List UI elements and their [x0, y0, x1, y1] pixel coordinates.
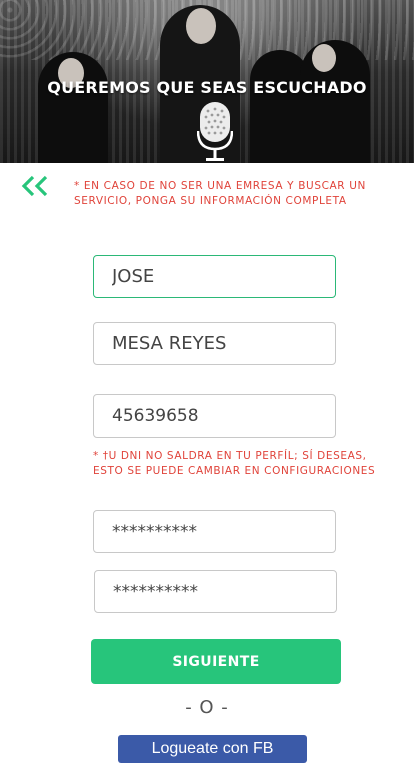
- company-notice: * EN CASO DE NO SER UNA EMRESA Y BUSCAR …: [74, 180, 366, 207]
- microphone-icon: [197, 102, 233, 161]
- dni-input[interactable]: [93, 394, 336, 438]
- hero-face: [186, 8, 216, 44]
- dni-privacy-note: * †U DNI NO SALDRA EN TU PERFÍL; SÍ DESE…: [93, 450, 376, 477]
- password-confirm-input[interactable]: [94, 570, 337, 613]
- double-chevron-left-icon[interactable]: [20, 175, 50, 197]
- next-button[interactable]: SIGUIENTE: [91, 639, 341, 684]
- facebook-login-button[interactable]: Logueate con FB: [118, 735, 307, 763]
- hero-face: [312, 44, 336, 72]
- password-input[interactable]: [93, 510, 336, 553]
- hero-title: QUEREMOS QUE SEAS ESCUCHADO: [47, 78, 367, 97]
- last-name-input[interactable]: [93, 322, 336, 365]
- first-name-input[interactable]: [93, 255, 336, 298]
- or-separator: - O -: [185, 697, 229, 718]
